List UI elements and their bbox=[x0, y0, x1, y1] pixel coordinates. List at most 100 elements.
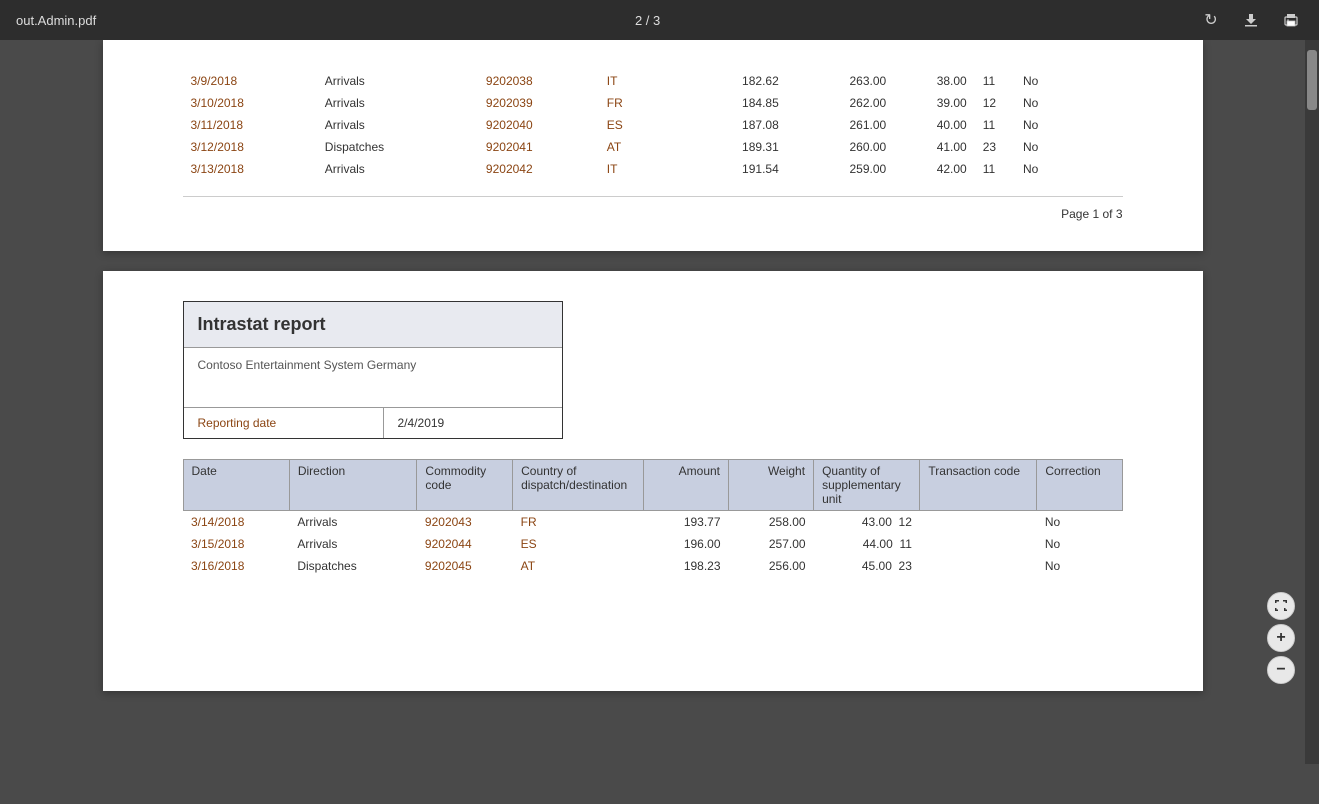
cell-date: 3/10/2018 bbox=[183, 92, 317, 114]
report-title: Intrastat report bbox=[184, 302, 562, 348]
download-icon[interactable] bbox=[1239, 8, 1263, 32]
cell-country: IT bbox=[599, 158, 680, 180]
cell-direction: Dispatches bbox=[317, 136, 478, 158]
cell-amount: 198.23 bbox=[643, 555, 728, 577]
table-row: 3/9/2018 Arrivals 9202038 IT 182.62 263.… bbox=[183, 70, 1123, 92]
page-2: Intrastat report Contoso Entertainment S… bbox=[103, 271, 1203, 691]
header-qty: Quantity of supplementary unit bbox=[814, 460, 920, 511]
cell-weight: 259.00 bbox=[787, 158, 894, 180]
cell-date: 3/15/2018 bbox=[183, 533, 289, 555]
cell-country: IT bbox=[599, 70, 680, 92]
cell-date: 3/12/2018 bbox=[183, 136, 317, 158]
cell-correction: No bbox=[1015, 136, 1122, 158]
cell-amount: 196.00 bbox=[643, 533, 728, 555]
header-date: Date bbox=[183, 460, 289, 511]
table-row: 3/10/2018 Arrivals 9202039 FR 184.85 262… bbox=[183, 92, 1123, 114]
zoom-in-button[interactable]: + bbox=[1267, 624, 1295, 652]
cell-weight: 263.00 bbox=[787, 70, 894, 92]
reporting-date-value: 2/4/2019 bbox=[384, 408, 459, 438]
cell-commodity: 9202043 bbox=[417, 511, 513, 534]
cell-date: 3/11/2018 bbox=[183, 114, 317, 136]
cell-weight: 261.00 bbox=[787, 114, 894, 136]
cell-direction: Dispatches bbox=[289, 555, 417, 577]
report-date-row: Reporting date 2/4/2019 bbox=[184, 408, 562, 438]
cell-correction: No bbox=[1037, 511, 1122, 534]
cell-qty: 42.00 bbox=[894, 158, 975, 180]
cell-date: 3/14/2018 bbox=[183, 511, 289, 534]
refresh-icon[interactable]: ↻ bbox=[1199, 8, 1223, 32]
cell-direction: Arrivals bbox=[317, 92, 478, 114]
cell-amount: 184.85 bbox=[679, 92, 786, 114]
cell-weight: 258.00 bbox=[729, 511, 814, 534]
cell-country: ES bbox=[599, 114, 680, 136]
cell-country: FR bbox=[513, 511, 644, 534]
cell-qty: 45.00 23 bbox=[814, 555, 920, 577]
cell-direction: Arrivals bbox=[317, 70, 478, 92]
reporting-date-label: Reporting date bbox=[184, 408, 384, 438]
cell-qty: 38.00 bbox=[894, 70, 975, 92]
table-row: 3/16/2018 Dispatches 9202045 AT 198.23 2… bbox=[183, 555, 1122, 577]
cell-country: FR bbox=[599, 92, 680, 114]
cell-correction: No bbox=[1015, 70, 1122, 92]
cell-country: ES bbox=[513, 533, 644, 555]
print-icon[interactable] bbox=[1279, 8, 1303, 32]
cell-qty: 40.00 bbox=[894, 114, 975, 136]
cell-correction: No bbox=[1015, 92, 1122, 114]
cell-amount: 193.77 bbox=[643, 511, 728, 534]
header-direction: Direction bbox=[289, 460, 417, 511]
toolbar: out.Admin.pdf 2 / 3 ↻ bbox=[0, 0, 1319, 40]
page1-footer: Page 1 of 3 bbox=[183, 196, 1123, 221]
header-commodity: Commodity code bbox=[417, 460, 513, 511]
cell-qty: 41.00 bbox=[894, 136, 975, 158]
scrollbar-track[interactable] bbox=[1305, 40, 1319, 764]
cell-direction: Arrivals bbox=[289, 511, 417, 534]
cell-commodity: 9202040 bbox=[478, 114, 599, 136]
table-header-row: Date Direction Commodity code Country of… bbox=[183, 460, 1122, 511]
cell-weight: 257.00 bbox=[729, 533, 814, 555]
cell-weight: 262.00 bbox=[787, 92, 894, 114]
zoom-controls: + − bbox=[1267, 592, 1295, 684]
header-country: Country of dispatch/destination bbox=[513, 460, 644, 511]
fit-zoom-button[interactable] bbox=[1267, 592, 1295, 620]
report-header: Intrastat report Contoso Entertainment S… bbox=[183, 301, 563, 439]
cell-correction: No bbox=[1015, 114, 1122, 136]
cell-direction: Arrivals bbox=[289, 533, 417, 555]
header-weight: Weight bbox=[729, 460, 814, 511]
cell-weight: 256.00 bbox=[729, 555, 814, 577]
cell-qty: 44.00 11 bbox=[814, 533, 920, 555]
table-row: 3/12/2018 Dispatches 9202041 AT 189.31 2… bbox=[183, 136, 1123, 158]
cell-commodity: 9202044 bbox=[417, 533, 513, 555]
cell-commodity: 9202045 bbox=[417, 555, 513, 577]
table-row: 3/11/2018 Arrivals 9202040 ES 187.08 261… bbox=[183, 114, 1123, 136]
cell-amount: 191.54 bbox=[679, 158, 786, 180]
cell-trans: 12 bbox=[975, 92, 1015, 114]
cell-amount: 182.62 bbox=[679, 70, 786, 92]
page-1: 3/9/2018 Arrivals 9202038 IT 182.62 263.… bbox=[103, 40, 1203, 251]
cell-trans bbox=[920, 555, 1037, 577]
page1-table: 3/9/2018 Arrivals 9202038 IT 182.62 263.… bbox=[183, 70, 1123, 180]
cell-trans: 23 bbox=[975, 136, 1015, 158]
header-correction: Correction bbox=[1037, 460, 1122, 511]
cell-country: AT bbox=[513, 555, 644, 577]
cell-trans: 11 bbox=[975, 70, 1015, 92]
table-row: 3/13/2018 Arrivals 9202042 IT 191.54 259… bbox=[183, 158, 1123, 180]
zoom-out-button[interactable]: − bbox=[1267, 656, 1295, 684]
page2-table: Date Direction Commodity code Country of… bbox=[183, 459, 1123, 577]
cell-commodity: 9202039 bbox=[478, 92, 599, 114]
header-transaction: Transaction code bbox=[920, 460, 1037, 511]
table-row: 3/15/2018 Arrivals 9202044 ES 196.00 257… bbox=[183, 533, 1122, 555]
cell-date: 3/9/2018 bbox=[183, 70, 317, 92]
cell-direction: Arrivals bbox=[317, 114, 478, 136]
cell-date: 3/13/2018 bbox=[183, 158, 317, 180]
cell-weight: 260.00 bbox=[787, 136, 894, 158]
cell-qty: 39.00 bbox=[894, 92, 975, 114]
table-row: 3/14/2018 Arrivals 9202043 FR 193.77 258… bbox=[183, 511, 1122, 534]
report-company: Contoso Entertainment System Germany bbox=[184, 348, 562, 408]
cell-direction: Arrivals bbox=[317, 158, 478, 180]
cell-commodity: 9202041 bbox=[478, 136, 599, 158]
page-indicator: 2 / 3 bbox=[635, 13, 660, 28]
cell-correction: No bbox=[1037, 555, 1122, 577]
filename-label: out.Admin.pdf bbox=[16, 13, 96, 28]
scrollbar-thumb[interactable] bbox=[1307, 50, 1317, 110]
cell-correction: No bbox=[1015, 158, 1122, 180]
